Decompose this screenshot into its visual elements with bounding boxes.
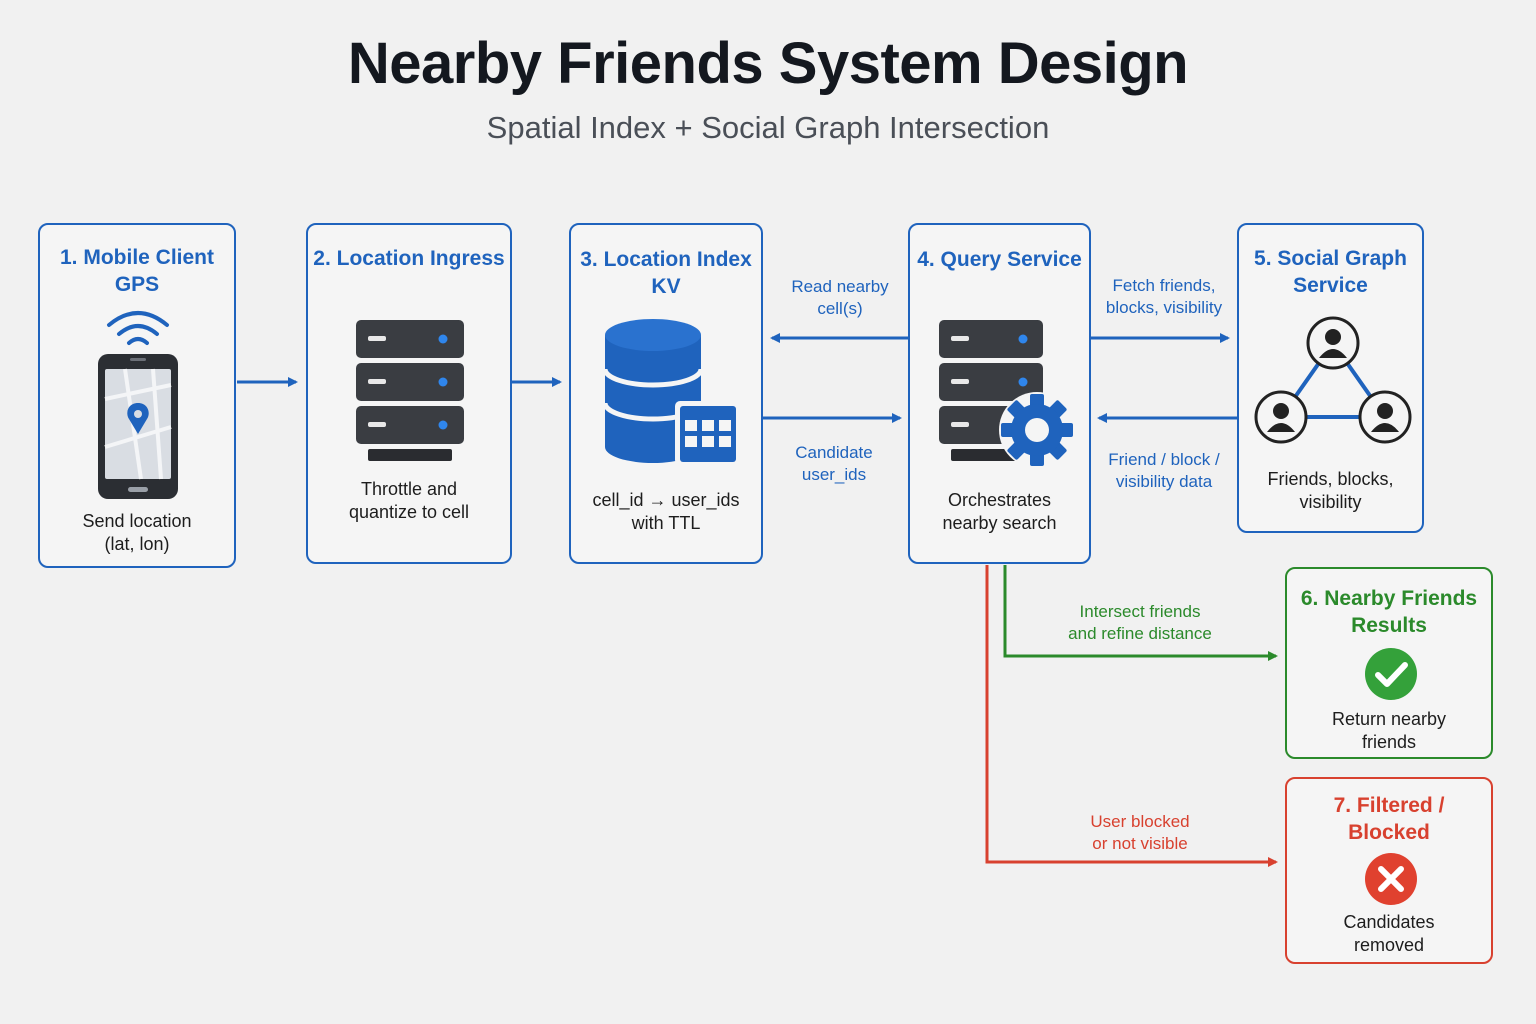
- edge-label-read-nearby: Read nearby cell(s): [791, 277, 889, 318]
- node-social-graph-service: 5. Social Graph Service Friends, blocks, v…: [1237, 223, 1424, 533]
- node-filtered-blocked: 7. Filtered / Blocked Candidates removed: [1285, 777, 1493, 964]
- node-nearby-friends-results: 6. Nearby Friends Results Return nearby fr…: [1285, 567, 1493, 759]
- server-gear-icon: [939, 320, 1075, 468]
- node-description: Send location (lat, lon): [82, 511, 192, 554]
- node-description: Orchestrates nearby search: [942, 490, 1057, 533]
- node-title: 7. Filtered / Blocked: [1333, 794, 1445, 844]
- database-table-icon: [603, 319, 739, 465]
- node-location-ingress: 2. Location Ingress Throttle and quantize…: [306, 223, 512, 564]
- node-description: Return nearby friends: [1331, 709, 1447, 752]
- node-title: 6. Nearby Friends Results: [1300, 587, 1478, 637]
- edge-label-candidate: Candidate user_ids: [795, 443, 873, 484]
- node-description: Friends, blocks, visibility: [1267, 469, 1394, 512]
- edge-label-blocked: User blocked or not visible: [1090, 812, 1190, 853]
- node-query-service: 4. Query Service Orchestrates nearby sea…: [908, 223, 1091, 564]
- node-location-index-kv: 3. Location Index KV cell_id → user_ids w…: [569, 223, 763, 564]
- node-title: 1. Mobile Client GPS: [59, 246, 214, 296]
- edge-label-fetch-friends: Fetch friends, blocks, visibility: [1105, 276, 1223, 317]
- x-circle-icon: [1365, 853, 1417, 905]
- node-description: Candidates removed: [1343, 912, 1435, 955]
- node-description: cell_id → user_ids with TTL: [592, 490, 740, 533]
- check-circle-icon: [1365, 648, 1417, 700]
- node-title: 5. Social Graph Service: [1254, 247, 1407, 297]
- edge-label-intersect: Intersect friends and refine distance: [1068, 602, 1212, 643]
- social-graph-icon: [1254, 316, 1412, 444]
- node-title: 3. Location Index KV: [580, 248, 752, 298]
- edge-label-friend-data: Friend / block / visibility data: [1108, 450, 1220, 491]
- node-description: Throttle and quantize to cell: [348, 479, 470, 522]
- phone-gps-icon: [98, 311, 178, 499]
- server-icon: [356, 320, 464, 461]
- node-title: 4. Query Service: [917, 248, 1082, 271]
- node-title: 2. Location Ingress: [313, 247, 505, 270]
- node-mobile-client: 1. Mobile Client GPS Send location (lat, l…: [38, 223, 236, 568]
